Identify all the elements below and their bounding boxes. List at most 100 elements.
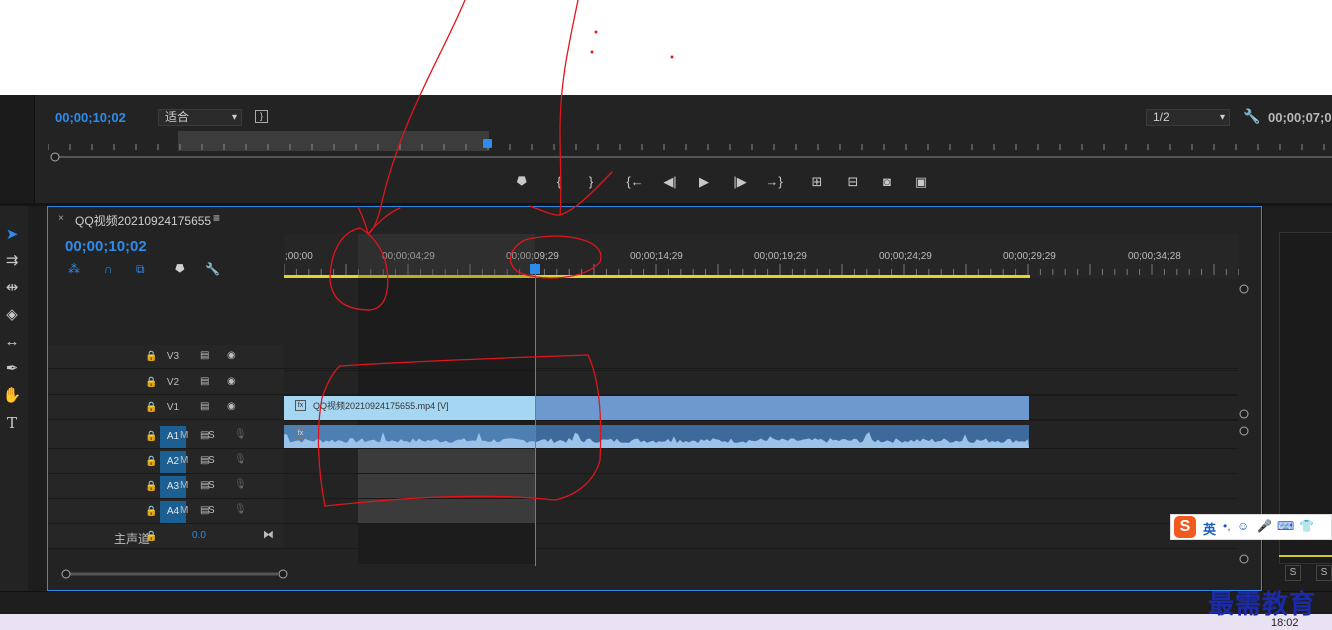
lock-icon[interactable]: 🔒 [145, 431, 157, 442]
mute-button[interactable]: M [180, 430, 188, 441]
solo-button[interactable]: S [208, 505, 215, 516]
program-monitor-playhead[interactable] [483, 139, 492, 148]
microphone-icon[interactable]: 🎙 [234, 479, 247, 490]
track-label[interactable]: V3 [160, 346, 186, 368]
track-header-v3: 🔒 V3 ▤ ◉ [48, 345, 1238, 369]
eye-icon[interactable]: ◉ [227, 350, 236, 361]
ruler-tick-label: 00;00;24;29 [879, 251, 932, 262]
comparison-view-icon[interactable]: ▣ [910, 173, 932, 191]
settings-bracket-icon[interactable]: } [255, 110, 268, 123]
step-forward-icon[interactable]: |▶ [732, 173, 748, 191]
play-icon[interactable]: ▶ [696, 173, 712, 191]
lock-icon[interactable]: 🔒 [145, 351, 157, 362]
export-frame-icon[interactable]: ◙ [878, 173, 896, 191]
track-header-v2: 🔒 V2 ▤ ◉ [48, 371, 1238, 395]
type-tool-icon[interactable]: T [1, 412, 23, 434]
skin-icon[interactable]: 👕 [1299, 519, 1314, 533]
sogou-logo-icon[interactable]: S [1174, 516, 1196, 538]
track-select-tool-icon[interactable]: ⇉ [1, 250, 23, 272]
mute-button[interactable]: M [180, 455, 188, 466]
mute-button[interactable]: M [180, 480, 188, 491]
program-monitor-scrollbar[interactable] [48, 152, 1332, 162]
ruler-tick-label: 00;00;19;29 [754, 251, 807, 262]
sequence-tab[interactable]: QQ视频20210924175655 [75, 212, 211, 229]
white-background-area [0, 0, 1332, 95]
sync-lock-icon[interactable]: ▤ [200, 350, 209, 361]
program-monitor-duration: 00;00;07;0 [1268, 110, 1332, 125]
meter-level-bar [1279, 555, 1332, 557]
lock-icon[interactable]: 🔒 [145, 402, 157, 413]
linked-selection-icon[interactable]: ⧉ [136, 262, 145, 277]
program-monitor-ruler[interactable] [48, 132, 1332, 152]
microphone-icon[interactable]: 🎙 [234, 504, 247, 515]
zoom-level-value: 适合 [165, 110, 190, 124]
close-icon[interactable]: × [58, 213, 64, 224]
ripple-edit-tool-icon[interactable]: ⇹ [1, 277, 23, 299]
emoji-icon[interactable]: ☺ [1237, 519, 1249, 533]
track-label[interactable]: V2 [160, 372, 186, 394]
timeline-timecode[interactable]: 00;00;10;02 [65, 238, 147, 255]
mute-button[interactable]: M [180, 505, 188, 516]
track-label[interactable]: V1 [160, 397, 186, 419]
microphone-icon[interactable]: 🎤 [1257, 519, 1272, 533]
microphone-icon[interactable]: 🎙 [234, 429, 247, 440]
solo-button[interactable]: S [208, 455, 215, 466]
track-header-a4: 🔒 A4 ▤ M S 🎙 [48, 500, 1238, 524]
mark-out-icon[interactable]: } [584, 173, 598, 191]
extract-icon[interactable]: ⊟ [842, 173, 864, 191]
razor-tool-icon[interactable]: ◈ [1, 304, 23, 326]
solo-button[interactable]: S [208, 430, 215, 441]
solo-button[interactable]: S [1285, 565, 1301, 581]
go-to-end-icon[interactable]: ⧓ [263, 528, 274, 541]
keyboard-icon[interactable]: ⌨ [1277, 519, 1294, 533]
hand-tool-icon[interactable]: ✋ [1, 385, 23, 407]
lift-icon[interactable]: ⊞ [806, 173, 828, 191]
master-track-label: 主声道 [114, 532, 151, 546]
fx-badge-icon: fx [295, 400, 306, 411]
slip-tool-icon[interactable]: ↔ [1, 331, 23, 353]
eye-icon[interactable]: ◉ [227, 376, 236, 387]
step-back-icon[interactable]: ◀| [662, 173, 678, 191]
lock-icon[interactable]: 🔒 [145, 481, 157, 492]
solo-button[interactable]: S [208, 480, 215, 491]
wrench-icon[interactable]: 🔧 [205, 262, 220, 276]
add-marker-icon[interactable]: ⯂ [514, 173, 528, 191]
panel-menu-icon[interactable]: ≡ [213, 211, 220, 225]
zoom-level-select[interactable]: 适合 ▾ [158, 109, 242, 126]
master-volume-value[interactable]: 0.0 [192, 530, 206, 541]
lock-icon[interactable]: 🔒 [145, 506, 157, 517]
playback-resolution-select[interactable]: 1/2 ▾ [1146, 109, 1230, 126]
sync-lock-icon[interactable]: ▤ [200, 401, 209, 412]
go-to-in-icon[interactable]: {← [626, 173, 644, 191]
mark-in-icon[interactable]: { [552, 173, 566, 191]
eye-icon[interactable]: ◉ [227, 401, 236, 412]
timeline-horizontal-scrollbar[interactable] [60, 568, 290, 580]
timeline-playhead[interactable] [530, 264, 540, 274]
track-header-a3: 🔒 A3 ▤ M S 🎙 [48, 475, 1238, 499]
ime-toolbar: S 英 •, ☺ 🎤 ⌨ 👕 [1170, 514, 1332, 540]
sync-lock-icon[interactable]: ▤ [200, 376, 209, 387]
add-marker-icon[interactable]: ⯂ [174, 262, 184, 277]
selection-tool-icon[interactable]: ➤ [1, 224, 23, 246]
lock-icon[interactable]: 🔒 [145, 377, 157, 388]
track-header-master: 🔒 主声道 0.0 ⧓ [48, 525, 1238, 549]
pen-tool-icon[interactable]: ✒ [1, 358, 23, 380]
ruler-tick-label: 00;00;29;29 [1003, 251, 1056, 262]
punctuation-icon[interactable]: •, [1223, 519, 1231, 533]
timeline-playhead-line[interactable] [535, 263, 536, 566]
wrench-icon[interactable]: 🔧 [1243, 108, 1260, 125]
playback-resolution-value: 1/2 [1153, 110, 1170, 124]
transport-controls: ⯂ { } {← ◀| ▶ |▶ →} ⊞ ⊟ ◙ ▣ [0, 170, 1332, 194]
program-monitor-timecode[interactable]: 00;00;10;02 [55, 110, 126, 125]
chevron-down-icon: ▾ [1219, 112, 1225, 123]
microphone-icon[interactable]: 🎙 [234, 454, 247, 465]
snap-icon[interactable]: ∩ [104, 262, 113, 276]
lock-icon[interactable]: 🔒 [145, 456, 157, 467]
audio-waveform [284, 425, 1029, 448]
solo-button[interactable]: S [1316, 565, 1332, 581]
insert-overwrite-icon[interactable]: ⁂ [68, 262, 80, 276]
ime-mode-toggle[interactable]: 英 [1203, 519, 1216, 538]
go-to-out-icon[interactable]: →} [764, 173, 784, 191]
audio-clip[interactable] [284, 425, 1029, 448]
ruler-tick-label: 00;00;34;28 [1128, 251, 1181, 262]
